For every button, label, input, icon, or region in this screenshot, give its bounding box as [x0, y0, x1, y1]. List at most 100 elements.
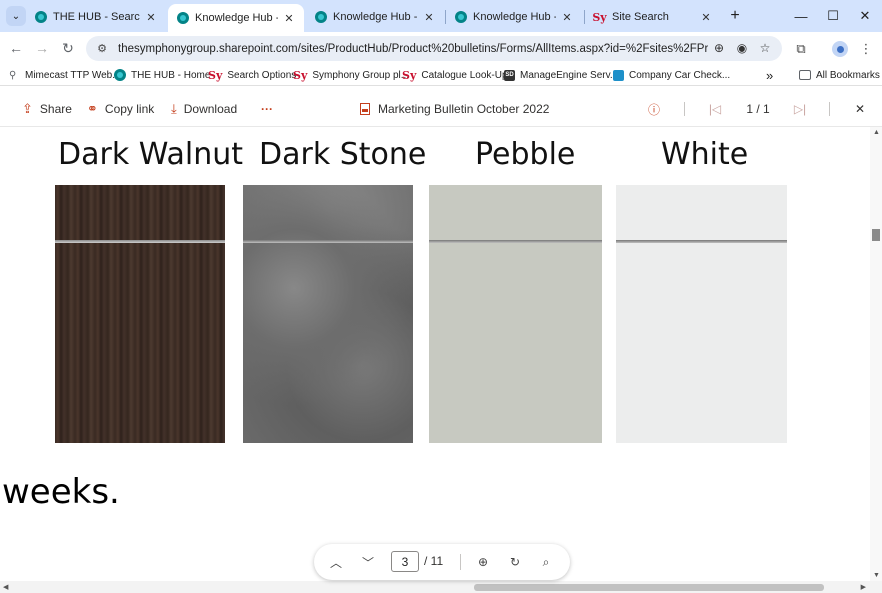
tab-knowledge-hub-active[interactable]: Knowledge Hub - Mark ✕: [168, 4, 304, 32]
swatch-label-pebble: Pebble: [475, 137, 576, 172]
forward-button[interactable]: →: [32, 38, 52, 58]
first-page-icon[interactable]: |◁: [707, 100, 723, 118]
horizontal-scroll-thumb[interactable]: [474, 584, 824, 591]
zoom-in-button[interactable]: ⊕: [474, 553, 492, 571]
tab-site-search[interactable]: Sy Site Search ✕: [585, 4, 721, 30]
rotate-button[interactable]: ↻: [506, 553, 524, 571]
bookmark-star-icon[interactable]: ☆: [756, 39, 774, 57]
pdf-page-content: Dark Walnut Dark Stone Pebble White week…: [0, 127, 870, 581]
symphony-icon: Sy: [592, 10, 607, 24]
share-button[interactable]: ⇪ Share: [22, 100, 72, 118]
swatch-label-dark-stone: Dark Stone: [259, 137, 427, 172]
horizontal-scrollbar[interactable]: ◀ ▶: [0, 581, 882, 593]
plus-icon: +: [730, 7, 740, 24]
bookmark-manageengine[interactable]: SD ManageEngine Serv...: [504, 67, 618, 83]
more-options-button[interactable]: ···: [261, 100, 273, 118]
door-swatch-dark-walnut: [55, 185, 225, 443]
reload-icon: ↻: [62, 39, 74, 56]
close-icon[interactable]: ✕: [422, 11, 436, 24]
page-number-input[interactable]: 3: [391, 551, 419, 572]
download-button[interactable]: ⤓ Download: [171, 100, 237, 118]
sharepoint-icon: [314, 11, 327, 24]
bookmarks-overflow-button[interactable]: »: [766, 67, 773, 83]
scroll-up-icon[interactable]: ▲: [873, 129, 880, 136]
tab-search-menu-button[interactable]: ⌄: [6, 6, 26, 26]
maximize-icon: ☐: [827, 8, 839, 23]
maximize-button[interactable]: ☐: [818, 6, 848, 26]
bookmark-search-options[interactable]: Sy Search Options: [208, 67, 296, 83]
symphony-icon: Sy: [402, 68, 417, 82]
close-window-button[interactable]: ✕: [850, 6, 880, 26]
pdf-file-icon: [360, 103, 370, 115]
swatch-label-dark-walnut: Dark Walnut: [58, 137, 243, 172]
extensions-icon[interactable]: ⧉: [791, 39, 811, 59]
close-icon[interactable]: ✕: [699, 11, 713, 24]
arrow-left-icon: ←: [9, 40, 23, 56]
page-navigation-toolbar: ︿ ﹀ 3 / 11 ⊕ ↻ ⌕: [314, 544, 570, 580]
next-page-button[interactable]: ﹀: [359, 553, 377, 571]
folder-icon: [799, 70, 811, 80]
bookmarks-bar: ⚲ Mimecast TTP Web... THE HUB - Home Sy …: [0, 64, 882, 86]
bookmark-symphony-group[interactable]: Sy Symphony Group pl...: [293, 67, 409, 83]
profile-avatar[interactable]: [830, 39, 850, 59]
symphony-icon: Sy: [293, 68, 308, 82]
info-icon[interactable]: ⓘ: [646, 100, 662, 118]
page-counter: 1 / 1: [746, 102, 770, 116]
new-tab-button[interactable]: +: [726, 7, 744, 25]
door-swatch-white: [616, 185, 787, 443]
page-total: / 11: [424, 554, 444, 568]
symphony-icon: Sy: [208, 68, 223, 82]
close-icon: ✕: [854, 102, 866, 116]
url-text[interactable]: thesymphonygroup.sharepoint.com/sites/Pr…: [118, 43, 708, 55]
tab-knowledge-hub-2[interactable]: Knowledge Hub - Mark ✕: [306, 4, 444, 30]
document-title: Marketing Bulletin October 2022: [360, 100, 549, 118]
share-icon: ⇪: [22, 101, 33, 116]
door-swatch-pebble: [429, 185, 602, 443]
search-icon: ⌕: [542, 554, 550, 569]
zoom-in-icon: ⊕: [477, 555, 489, 569]
scroll-right-icon[interactable]: ▶: [861, 583, 866, 591]
chevron-down-icon: ⌄: [11, 10, 21, 22]
scroll-down-icon[interactable]: ▼: [873, 572, 880, 579]
body-text: weeks.: [2, 472, 120, 512]
copy-link-button[interactable]: ⚭ Copy link: [87, 100, 154, 118]
door-swatch-dark-stone: [243, 185, 413, 443]
vertical-scroll-thumb[interactable]: [872, 229, 880, 241]
eye-icon[interactable]: ◉: [733, 39, 751, 57]
address-bar[interactable]: ⚙ thesymphonygroup.sharepoint.com/sites/…: [86, 36, 782, 61]
car-check-icon: [613, 69, 624, 81]
minimize-button[interactable]: —: [786, 6, 816, 26]
all-bookmarks-button[interactable]: All Bookmarks: [799, 67, 880, 83]
close-icon[interactable]: ✕: [144, 11, 158, 24]
sharepoint-icon: [176, 12, 189, 25]
vertical-scrollbar[interactable]: ▲ ▼: [870, 127, 882, 581]
close-icon[interactable]: ✕: [282, 12, 296, 25]
sharepoint-icon: [454, 11, 467, 24]
scroll-left-icon[interactable]: ◀: [3, 583, 8, 591]
sharepoint-icon: [114, 69, 126, 81]
close-icon[interactable]: ✕: [560, 11, 574, 24]
link-icon: ⚭: [87, 101, 98, 116]
tab-the-hub-search[interactable]: THE HUB - Search ✕: [26, 4, 166, 30]
bookmark-the-hub-home[interactable]: THE HUB - Home: [114, 67, 210, 83]
minimize-icon: —: [794, 8, 808, 24]
last-page-icon[interactable]: ▷|: [792, 100, 808, 118]
search-button[interactable]: ⌕: [537, 553, 555, 571]
previous-page-button[interactable]: ︿: [327, 553, 345, 571]
chevron-down-icon: ﹀: [361, 555, 374, 570]
bookmark-company-car-check[interactable]: Company Car Check...: [613, 67, 730, 83]
chevron-up-icon: ︿: [329, 555, 342, 570]
back-button[interactable]: ←: [6, 38, 26, 58]
bookmark-catalogue-lookup[interactable]: Sy Catalogue Look-Up: [402, 67, 508, 83]
menu-kebab-icon[interactable]: ⋮: [856, 39, 876, 59]
bookmark-mimecast[interactable]: ⚲ Mimecast TTP Web...: [9, 67, 121, 83]
tab-knowledge-hub-3[interactable]: Knowledge Hub - Mark ✕: [446, 4, 582, 30]
sharepoint-icon: [34, 11, 47, 24]
download-icon: ⤓: [171, 101, 177, 116]
servicedesk-icon: SD: [504, 69, 515, 81]
zoom-icon[interactable]: ⊕: [710, 39, 728, 57]
reload-button[interactable]: ↻: [58, 38, 78, 58]
tab-strip: ⌄ THE HUB - Search ✕ Knowledge Hub - Mar…: [0, 0, 882, 32]
close-viewer-button[interactable]: ✕: [852, 100, 868, 118]
site-info-icon[interactable]: ⚙: [92, 42, 112, 55]
